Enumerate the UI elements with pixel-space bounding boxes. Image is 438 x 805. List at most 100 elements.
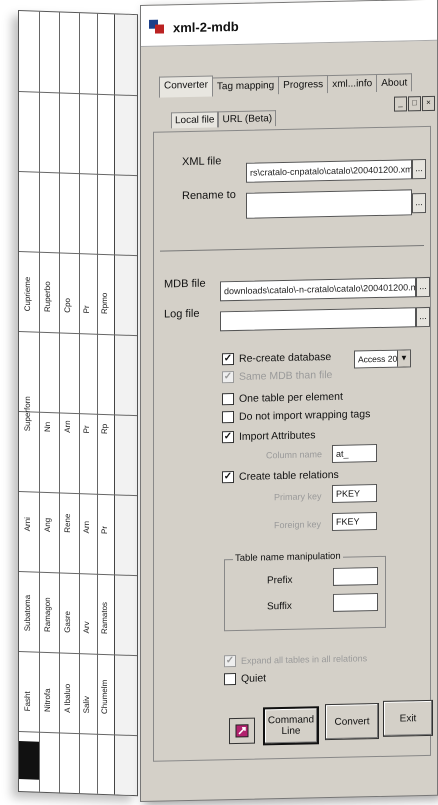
maximize-button[interactable]: □ bbox=[408, 96, 421, 112]
xml-file-label: XML file bbox=[182, 155, 222, 169]
no-wrapping-tags-checkbox[interactable]: Do not import wrapping tags bbox=[222, 408, 371, 424]
checkbox-box: ✓ bbox=[222, 371, 234, 384]
suffix-label: Suffix bbox=[267, 600, 292, 613]
tab-converter[interactable]: Converter bbox=[159, 75, 213, 98]
sheet-cell: Ramatos bbox=[100, 601, 109, 635]
tab-about[interactable]: About bbox=[376, 73, 413, 93]
suffix-input[interactable] bbox=[333, 593, 378, 612]
recreate-database-checkbox[interactable]: ✓ Re-create database bbox=[222, 350, 332, 366]
sheet-cell: Cpo bbox=[63, 297, 72, 313]
spreadsheet-preview: Fasht Nitrofa A Ibaluo Saliv Chumelm Sub… bbox=[18, 10, 138, 800]
log-file-input[interactable] bbox=[220, 307, 416, 332]
convert-button[interactable]: Convert bbox=[325, 702, 379, 741]
table-name-group: Table name manipulation Prefix Suffix bbox=[224, 550, 386, 632]
app-icon bbox=[149, 19, 164, 34]
column-name-input[interactable]: at_ bbox=[332, 444, 377, 463]
sheet-cell: Arn bbox=[82, 520, 91, 534]
xml-file-input[interactable]: rs\cratalo-cnpatalo\catalo\200401200.xml bbox=[246, 159, 412, 183]
checkbox-label: Create table relations bbox=[239, 468, 339, 483]
sheet-cell: Superforn bbox=[23, 396, 32, 432]
sheet-cell: Ruperbo bbox=[43, 281, 52, 313]
tab-progress[interactable]: Progress bbox=[278, 75, 329, 95]
checkbox-box: ✓ bbox=[224, 654, 236, 668]
sheet-cell: Ang bbox=[43, 517, 52, 533]
log-file-browse-button[interactable]: ... bbox=[416, 306, 430, 328]
selected-cell bbox=[19, 741, 39, 780]
foreign-key-label: Foreign key bbox=[274, 519, 322, 531]
checkbox-label: Same MDB than file bbox=[239, 368, 333, 383]
sheet-cell: Nn bbox=[43, 421, 52, 433]
sheet-cell: Arn bbox=[63, 420, 72, 433]
checkbox-label: Do not import wrapping tags bbox=[239, 408, 371, 423]
checkbox-box: ✓ bbox=[222, 353, 234, 366]
checkbox-label: Expand all tables in all relations bbox=[241, 653, 368, 666]
title-bar[interactable]: xml-2-mdb bbox=[141, 0, 437, 47]
close-button[interactable]: × bbox=[422, 95, 435, 112]
one-table-per-element-checkbox[interactable]: One table per element bbox=[222, 391, 343, 406]
foreign-key-input[interactable]: FKEY bbox=[332, 512, 377, 531]
minimize-button[interactable]: _ bbox=[394, 96, 407, 112]
sheet-cell: Pr bbox=[82, 425, 91, 434]
checkbox-box bbox=[222, 411, 234, 424]
primary-key-input[interactable]: PKEY bbox=[332, 484, 377, 503]
sheet-row-header-column bbox=[114, 14, 137, 796]
sheet-cell: Chumelm bbox=[100, 679, 109, 715]
quiet-checkbox[interactable]: Quiet bbox=[224, 672, 267, 686]
mdb-file-label: MDB file bbox=[164, 277, 206, 291]
window-title: xml-2-mdb bbox=[173, 18, 239, 36]
sheet-cell: Rp bbox=[100, 423, 109, 435]
primary-key-label: Primary key bbox=[274, 491, 322, 503]
xml-file-browse-button[interactable]: ... bbox=[412, 159, 426, 180]
checkbox-label: One table per element bbox=[239, 390, 343, 405]
sheet-cell: Rpmo bbox=[100, 292, 109, 315]
sheet-cell: Arv bbox=[82, 621, 91, 634]
column-name-label: Column name bbox=[266, 449, 323, 461]
window-controls: _ □ × bbox=[394, 95, 435, 112]
sheet-cell: Cuprieme bbox=[23, 276, 32, 312]
sheet-cell: Pr bbox=[100, 525, 109, 535]
access-version-select[interactable]: Access 2000 ▼ bbox=[354, 349, 411, 369]
tab-local-file[interactable]: Local file bbox=[171, 111, 219, 129]
sheet-cell: Nitrofa bbox=[43, 688, 52, 713]
sheet-cell: Arni bbox=[23, 516, 32, 532]
sheet-col-divider bbox=[59, 12, 60, 793]
sheet-col-divider bbox=[79, 13, 80, 794]
checkbox-label: Import Attributes bbox=[239, 429, 316, 443]
same-mdb-checkbox: ✓ Same MDB than file bbox=[222, 368, 333, 384]
mdb-file-input[interactable]: downloads\catalo\-n-cratalo\catalo\20040… bbox=[220, 277, 416, 302]
xml2mdb-window: xml-2-mdb _ □ × Converter Tag mapping Pr… bbox=[140, 0, 438, 802]
group-title: Table name manipulation bbox=[233, 550, 343, 565]
sheet-cell: Ramagon bbox=[43, 597, 52, 633]
rename-to-label: Rename to bbox=[182, 188, 236, 203]
tab-tag-mapping[interactable]: Tag mapping bbox=[211, 76, 280, 96]
rename-to-input[interactable] bbox=[246, 189, 412, 219]
section-divider bbox=[160, 245, 424, 252]
sheet-cell: Gasre bbox=[63, 610, 72, 633]
prefix-input[interactable] bbox=[333, 567, 378, 586]
converter-panel: XML file rs\cratalo-cnpatalo\catalo\2004… bbox=[153, 125, 431, 762]
checkbox-box: ✓ bbox=[222, 431, 234, 444]
create-relations-checkbox[interactable]: ✓ Create table relations bbox=[222, 468, 339, 484]
sheet-cell: A Ibaluo bbox=[63, 683, 72, 713]
tab-url-beta[interactable]: URL (Beta) bbox=[218, 110, 277, 128]
command-line-button[interactable]: Command Line bbox=[263, 706, 319, 746]
pin-icon-button[interactable] bbox=[229, 717, 255, 745]
spreadsheet-grid: Fasht Nitrofa A Ibaluo Saliv Chumelm Sub… bbox=[18, 10, 138, 797]
expand-tables-checkbox: ✓ Expand all tables in all relations bbox=[224, 652, 368, 668]
tab-xml-info[interactable]: xml...info bbox=[327, 74, 378, 94]
checkbox-box bbox=[222, 393, 234, 406]
import-attributes-checkbox[interactable]: ✓ Import Attributes bbox=[222, 429, 316, 444]
sheet-cell: Subatoma bbox=[23, 594, 32, 632]
prefix-label: Prefix bbox=[267, 574, 293, 587]
mdb-file-browse-button[interactable]: ... bbox=[416, 276, 430, 298]
source-tabs: Local file URL (Beta) bbox=[171, 110, 277, 129]
checkbox-label: Quiet bbox=[241, 672, 267, 685]
sheet-col-divider bbox=[97, 13, 98, 794]
exit-button[interactable]: Exit bbox=[383, 699, 433, 737]
checkbox-label: Re-create database bbox=[239, 350, 332, 365]
sheet-cell: Saliv bbox=[82, 695, 91, 714]
sheet-cell: Pr bbox=[82, 305, 91, 314]
sheet-cell: Fasht bbox=[23, 691, 32, 712]
rename-browse-button[interactable]: ... bbox=[412, 193, 426, 214]
sheet-cell: Rene bbox=[63, 513, 72, 533]
